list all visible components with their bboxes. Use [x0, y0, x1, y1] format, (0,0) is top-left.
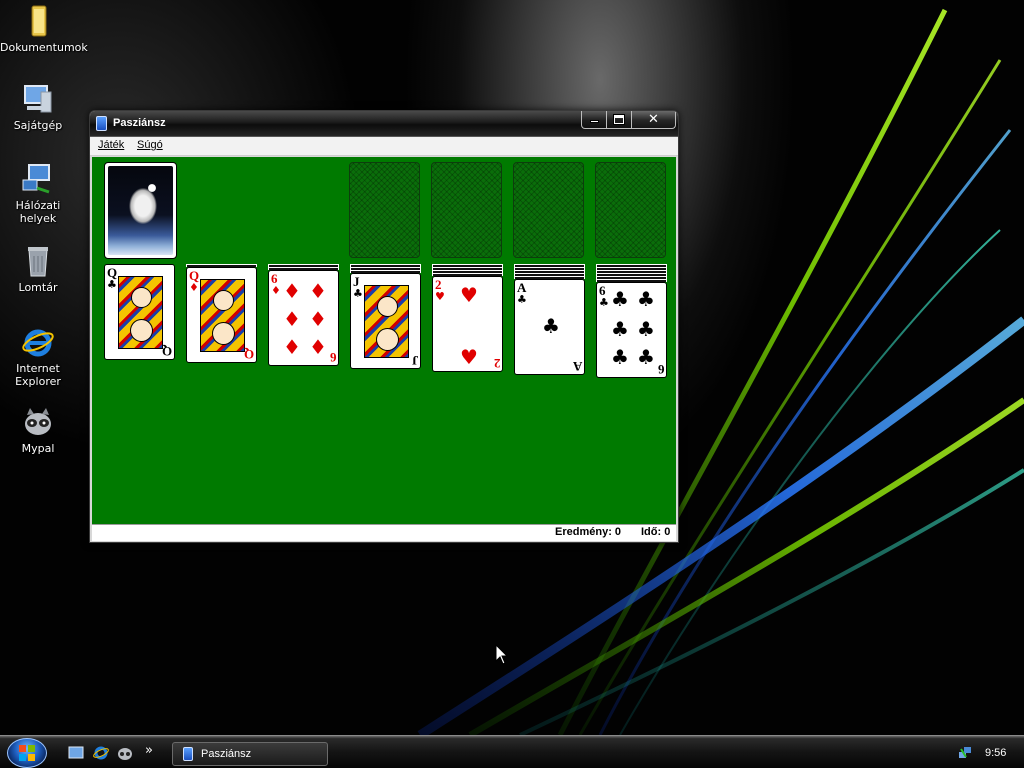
window-titlebar[interactable]: Pasziánsz ✕: [90, 111, 678, 137]
card-rank-bottom: A: [572, 359, 582, 374]
card-pip: ♥: [460, 345, 478, 369]
time-readout: Idő: 0: [641, 526, 671, 538]
tableau-card-2[interactable]: Q ♦ Q: [186, 267, 257, 363]
desktop-icon-label: Hálózati helyek: [15, 199, 61, 225]
card-rank-bottom: J: [411, 353, 419, 368]
card-suit: ♣: [599, 296, 609, 309]
card-suit: ♦: [271, 284, 281, 297]
start-button[interactable]: [7, 738, 47, 768]
tableau-hidden-stack-6: [514, 264, 585, 279]
clock[interactable]: 9:56: [985, 747, 1006, 759]
window-title: Pasziánsz: [113, 117, 166, 129]
mouse-cursor-icon: [495, 644, 509, 665]
card-pip: ♦: [309, 307, 327, 331]
tableau-card-1[interactable]: Q ♣ Q: [104, 264, 175, 360]
status-bar: Eredmény: 0 Idő: 0: [92, 524, 676, 541]
mypal-quicklaunch-icon[interactable]: [117, 745, 133, 761]
foundation-1[interactable]: [349, 162, 420, 258]
card-pip: ♦: [283, 279, 301, 303]
jack-face-art: [364, 285, 409, 358]
solitaire-app-icon: [183, 747, 193, 761]
computer-icon: [21, 82, 55, 116]
tableau-card-7[interactable]: 6 ♣ ♣ ♣ ♣ ♣ ♣ ♣ 6: [596, 282, 667, 378]
solitaire-window: Pasziánsz ✕ Játék Súgó Q ♣ Q Q ♦ Q 6 ♦ ♦…: [89, 110, 679, 543]
menu-bar: Játék Súgó: [90, 137, 678, 156]
tableau-hidden-stack-7: [596, 264, 667, 282]
desktop-icon-internet-explorer[interactable]: Internet Explorer: [0, 325, 76, 388]
desktop-icon-network[interactable]: Hálózati helyek: [0, 162, 76, 225]
card-suit: ♦: [189, 281, 199, 294]
recycle-bin-icon: [21, 244, 55, 278]
tableau-card-3[interactable]: 6 ♦ ♦ ♦ ♦ ♦ ♦ ♦ 6: [268, 270, 339, 366]
quicklaunch-overflow-button[interactable]: »: [145, 743, 153, 758]
card-suit: ♣: [353, 287, 363, 300]
foundation-2[interactable]: [431, 162, 502, 258]
solitaire-app-icon: [96, 116, 107, 131]
card-suit: ♣: [517, 293, 527, 306]
desktop-icon-label: Internet Explorer: [15, 362, 61, 388]
card-suit: ♣: [107, 278, 117, 291]
taskbar: » Pasziánsz 9:56: [0, 735, 1024, 768]
tableau-card-4[interactable]: J ♣ J: [350, 273, 421, 369]
tableau-card-5[interactable]: 2 ♥ ♥ ♥ 2: [432, 276, 503, 372]
minimize-button[interactable]: [581, 111, 607, 129]
menu-game[interactable]: Játék: [96, 139, 126, 151]
card-rank-bottom: 6: [657, 362, 665, 377]
queen-face-art: [118, 276, 163, 349]
show-desktop-icon[interactable]: [68, 745, 84, 761]
maximize-icon: [614, 115, 624, 124]
card-suit: ♥: [435, 290, 445, 303]
card-pip: ♦: [309, 279, 327, 303]
mypal-icon: [21, 405, 55, 439]
card-pip: ♦: [309, 335, 327, 359]
foundation-3[interactable]: [513, 162, 584, 258]
folder-icon: [21, 4, 55, 38]
score-readout: Eredmény: 0: [555, 526, 622, 538]
game-felt: Q ♣ Q Q ♦ Q 6 ♦ ♦ ♦ ♦ ♦ ♦ ♦ 6 J ♣ J 2 ♥ …: [92, 157, 676, 524]
card-pip: ♣: [637, 317, 655, 341]
tableau-hidden-stack-5: [432, 264, 503, 276]
stock-pile[interactable]: [104, 162, 177, 259]
desktop-icon-mypal[interactable]: Mypal: [0, 405, 76, 455]
close-icon: ✕: [648, 112, 659, 127]
desktop-icon-my-computer[interactable]: Sajátgép: [0, 82, 76, 132]
taskbar-button-label: Pasziánsz: [201, 748, 252, 760]
card-pip: ♣: [611, 287, 629, 311]
foundation-4[interactable]: [595, 162, 666, 258]
desktop-icon-label: Lomtár: [18, 281, 58, 294]
astronaut-card-back: [108, 166, 173, 255]
card-rank-bottom: Q: [161, 344, 172, 359]
card-pip: ♥: [460, 283, 478, 307]
internet-explorer-icon: [21, 325, 55, 359]
close-button[interactable]: ✕: [631, 111, 676, 129]
card-pip: ♣: [542, 314, 560, 338]
minimize-icon: [589, 120, 599, 123]
desktop-icon-recycle-bin[interactable]: Lomtár: [0, 244, 76, 294]
desktop-icon-label: Dokumentumok: [0, 41, 88, 54]
card-pip: ♣: [611, 345, 629, 369]
card-rank-bottom: 2: [493, 356, 501, 371]
windows-logo-icon: [19, 745, 35, 761]
maximize-button[interactable]: [606, 111, 632, 129]
queen-face-art: [200, 279, 245, 352]
card-pip: ♦: [283, 335, 301, 359]
card-pip: ♣: [611, 317, 629, 341]
desktop-icon-label: Sajátgép: [13, 119, 63, 132]
network-tray-icon[interactable]: [958, 746, 972, 760]
taskbar-button-solitaire[interactable]: Pasziánsz: [172, 742, 328, 766]
network-icon: [21, 162, 55, 196]
desktop-icon-documents[interactable]: Dokumentumok: [0, 4, 88, 54]
card-pip: ♦: [283, 307, 301, 331]
card-rank-bottom: 6: [329, 350, 337, 365]
card-pip: ♣: [637, 345, 655, 369]
menu-help[interactable]: Súgó: [135, 139, 165, 151]
tableau-hidden-stack-4: [350, 264, 421, 273]
card-rank-bottom: Q: [243, 347, 254, 362]
internet-explorer-quicklaunch-icon[interactable]: [93, 745, 109, 761]
card-pip: ♣: [637, 287, 655, 311]
desktop-icon-label: Mypal: [21, 442, 55, 455]
tableau-card-6[interactable]: A ♣ ♣ A: [514, 279, 585, 375]
